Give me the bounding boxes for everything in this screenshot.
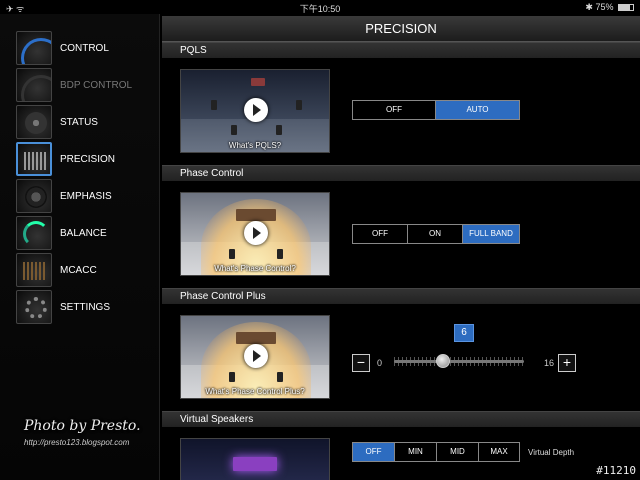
mcacc-thumbnail-icon [16, 253, 52, 287]
pqls-caption: What's PQLS? [228, 141, 282, 150]
status-thumbnail-icon [16, 105, 52, 139]
control-thumbnail-icon [16, 31, 52, 65]
phase-control-caption: What's Phase Control? [214, 264, 296, 273]
sidebar-item-label: SETTINGS [60, 301, 111, 313]
main-panel: PRECISION PQLS What's PQLS? OFF AUTO Pha… [162, 14, 640, 480]
sidebar-item-label: STATUS [60, 116, 98, 128]
play-icon[interactable] [244, 344, 268, 368]
bdp-control-thumbnail-icon [16, 68, 52, 102]
phase-control-plus-value-badge: 6 [454, 324, 474, 342]
photo-watermark: Photo by Presto. [24, 418, 141, 434]
pqls-segmented-control: OFF AUTO [352, 100, 520, 120]
pqls-video-thumbnail[interactable]: What's PQLS? [180, 69, 330, 153]
sidebar-item-bdp-control[interactable]: BDP CONTROL [16, 68, 156, 102]
page-title: PRECISION [162, 16, 640, 42]
section-header-phase-control: Phase Control [162, 165, 640, 181]
emphasis-thumbnail-icon [16, 179, 52, 213]
photo-watermark-url: http://presto123.blogspot.com [24, 438, 130, 447]
phase-control-plus-video-thumbnail[interactable]: What's Phase Control Plus? [180, 315, 330, 399]
phase-control-option-on[interactable]: ON [408, 225, 463, 243]
sidebar: CONTROL BDP CONTROL STATUS PRECISION EMP… [0, 14, 160, 480]
sidebar-item-settings[interactable]: SETTINGS [16, 290, 156, 324]
phase-control-option-off[interactable]: OFF [353, 225, 408, 243]
image-id-label: #11210 [596, 464, 636, 477]
pqls-option-off[interactable]: OFF [353, 101, 436, 119]
battery-percent: 75% [595, 2, 614, 12]
phase-control-plus-slider[interactable] [394, 360, 524, 363]
sidebar-item-balance[interactable]: BALANCE [16, 216, 156, 250]
battery-indicator: ✱ 75% [585, 2, 634, 13]
battery-icon [618, 4, 634, 11]
sidebar-item-label: MCACC [60, 264, 97, 276]
virtual-speakers-segmented-control: OFF MIN MID MAX [352, 442, 520, 462]
play-icon[interactable] [244, 98, 268, 122]
section-header-pqls: PQLS [162, 42, 640, 58]
sidebar-item-precision[interactable]: PRECISION [16, 142, 156, 176]
precision-thumbnail-icon [16, 142, 52, 176]
virtual-depth-label: Virtual Depth [528, 448, 575, 457]
play-icon[interactable] [244, 221, 268, 245]
status-bar: ✈ ᯤ 下午10:50 ✱ 75% [0, 0, 640, 14]
slider-thumb[interactable] [435, 354, 450, 368]
sidebar-item-label: PRECISION [60, 153, 116, 165]
section-header-virtual-speakers: Virtual Speakers [162, 411, 640, 427]
sidebar-item-emphasis[interactable]: EMPHASIS [16, 179, 156, 213]
sidebar-item-label: EMPHASIS [60, 190, 112, 202]
phase-control-video-thumbnail[interactable]: What's Phase Control? [180, 192, 330, 276]
virtual-speakers-option-max[interactable]: MAX [479, 443, 519, 461]
sidebar-item-mcacc[interactable]: MCACC [16, 253, 156, 287]
virtual-speakers-video-thumbnail[interactable] [180, 438, 330, 480]
sidebar-item-label: BALANCE [60, 227, 107, 239]
balance-thumbnail-icon [16, 216, 52, 250]
virtual-speakers-option-mid[interactable]: MID [437, 443, 479, 461]
phase-control-plus-caption: What's Phase Control Plus? [205, 387, 305, 396]
sidebar-item-status[interactable]: STATUS [16, 105, 156, 139]
bluetooth-icon: ✱ [585, 2, 593, 12]
decrement-button[interactable]: − [352, 354, 370, 372]
slider-min-label: 0 [377, 358, 383, 368]
virtual-speakers-option-min[interactable]: MIN [395, 443, 437, 461]
settings-gear-icon [16, 290, 52, 324]
phase-control-option-full-band[interactable]: FULL BAND [463, 225, 519, 243]
sidebar-item-control[interactable]: CONTROL [16, 31, 156, 65]
pqls-option-auto[interactable]: AUTO [436, 101, 519, 119]
sidebar-item-label: CONTROL [60, 42, 109, 54]
phase-control-segmented-control: OFF ON FULL BAND [352, 224, 520, 244]
sidebar-item-label: BDP CONTROL [60, 79, 133, 91]
increment-button[interactable]: + [558, 354, 576, 372]
slider-max-label: 16 [544, 358, 555, 368]
section-header-phase-control-plus: Phase Control Plus [162, 288, 640, 304]
virtual-speakers-option-off[interactable]: OFF [353, 443, 395, 461]
